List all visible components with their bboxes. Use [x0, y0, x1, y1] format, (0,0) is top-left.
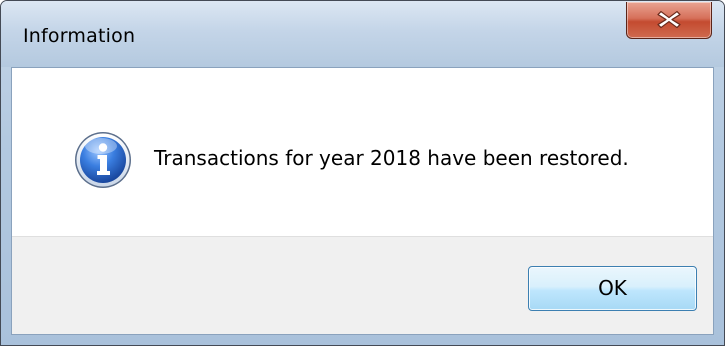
title-bar[interactable]: Information — [1, 1, 724, 67]
message-area: Transactions for year 2018 have been res… — [12, 68, 713, 236]
dialog-body: Transactions for year 2018 have been res… — [11, 67, 714, 335]
info-icon — [75, 132, 131, 188]
ok-button[interactable]: OK — [528, 266, 697, 311]
close-button[interactable] — [626, 2, 712, 39]
button-area: OK — [12, 236, 713, 334]
window-title: Information — [23, 25, 136, 47]
close-icon — [657, 10, 681, 29]
message-text: Transactions for year 2018 have been res… — [154, 146, 629, 170]
dialog-window: Information Transactions for year 2018 h… — [0, 0, 725, 346]
